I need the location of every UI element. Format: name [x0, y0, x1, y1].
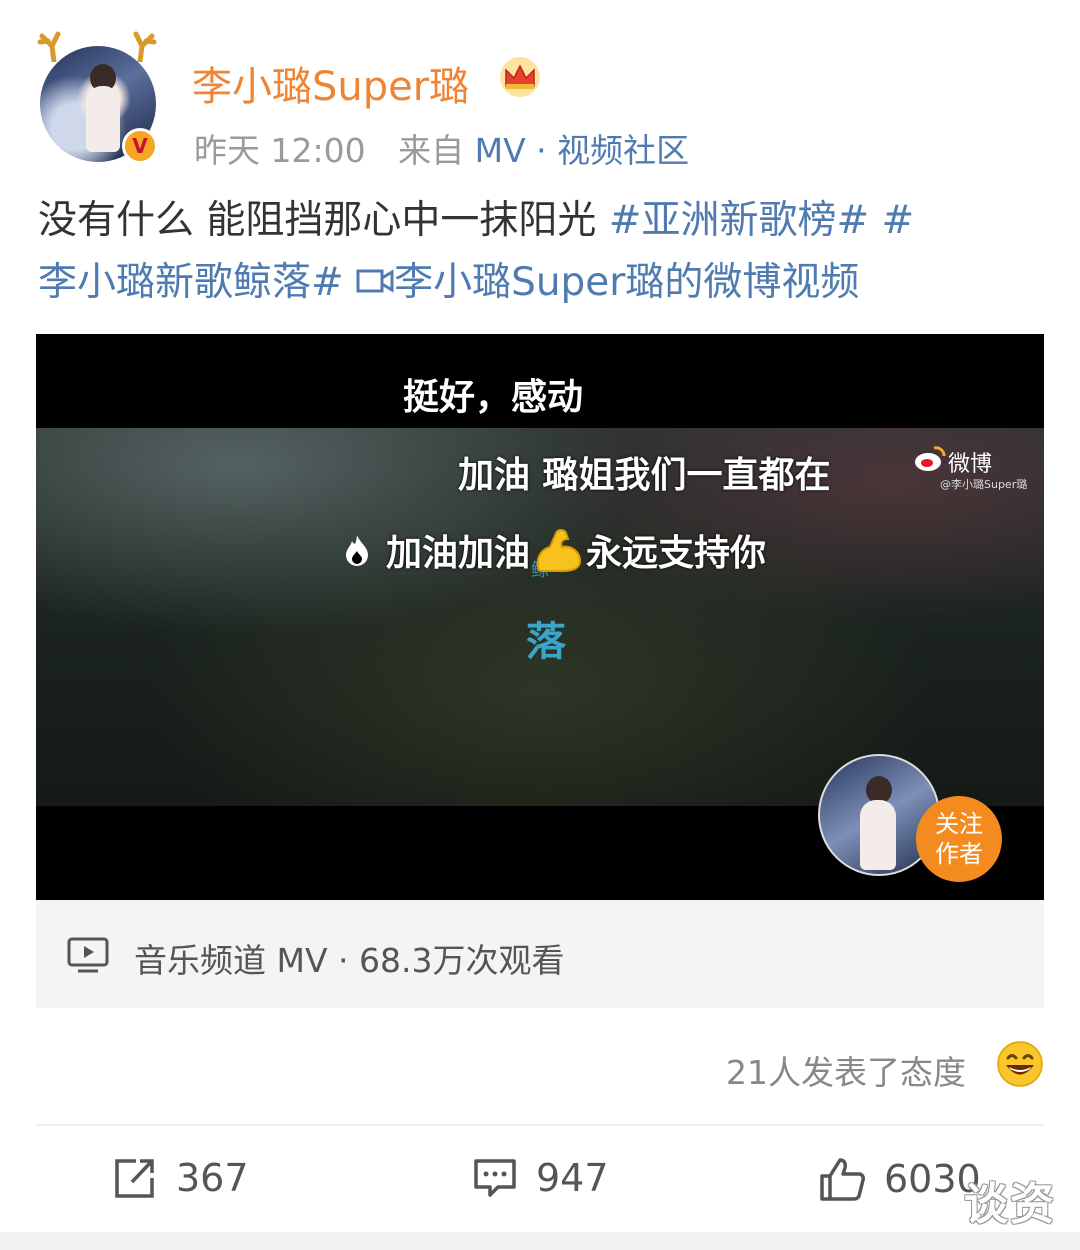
comment-button[interactable]: 947 — [472, 1156, 609, 1200]
weibo-watermark-handle: @李小璐Super璐 — [940, 478, 1028, 491]
comment-count: 947 — [536, 1156, 609, 1200]
share-count: 367 — [176, 1156, 249, 1200]
danmu-comment: 加油 璐姐我们一直都在 — [458, 455, 831, 496]
divider — [36, 1124, 1044, 1126]
hashtag-asia-chart[interactable]: #亚洲新歌榜# # — [609, 198, 914, 243]
post-body: 没有什么 能阻挡那心中一抹阳光 — [38, 198, 609, 243]
fire-icon — [346, 535, 368, 566]
weibo-logo-icon — [915, 446, 946, 471]
video-source-bar[interactable]: 音乐频道 MV · 68.3万次观看 — [36, 900, 1044, 1008]
video-link-label: 李小璐Super璐的微博视频 — [394, 260, 860, 305]
hashtag-song[interactable]: 李小璐新歌鲸落# — [38, 260, 356, 305]
danmu-text: 永远支持你 — [586, 533, 767, 574]
source-prefix: 来自 — [398, 131, 465, 170]
reaction-summary[interactable]: 21人发表了态度 — [726, 1046, 966, 1094]
laughing-emoji-icon[interactable] — [996, 1040, 1044, 1088]
danmu-comment: 挺好，感动 — [403, 377, 584, 418]
thumbs-up-icon — [820, 1158, 865, 1201]
username[interactable]: 李小璐Super璐 — [192, 54, 469, 112]
comment-icon — [474, 1159, 516, 1197]
video-source-text: 音乐频道 MV · 68.3万次观看 — [134, 941, 565, 980]
antler-left-icon — [37, 31, 61, 62]
bottom-strip — [0, 1232, 1080, 1250]
share-button[interactable]: 367 — [112, 1156, 249, 1200]
danmu-comment-row: 加油加油 永远支持你 — [342, 524, 766, 576]
post-time: 昨天 12:00 — [194, 131, 366, 170]
video-play-icon — [67, 937, 109, 973]
post-meta: 昨天 12:00 来自 MV · 视频社区 — [194, 124, 689, 172]
crown-icon[interactable] — [498, 56, 542, 98]
source-link[interactable]: MV · 视频社区 — [475, 131, 690, 170]
follow-author-button[interactable]: 关注作者 — [916, 796, 1002, 882]
like-button[interactable]: 6030 — [818, 1156, 981, 1202]
flexed-biceps-icon — [536, 529, 582, 572]
site-watermark: 谈资 — [964, 1179, 1056, 1230]
video-link[interactable]: 李小璐Super璐的微博视频 — [356, 260, 859, 305]
verified-badge-icon: V — [122, 128, 158, 164]
video-logo-title: 落 — [526, 619, 566, 665]
share-icon — [115, 1159, 154, 1198]
danmu-text: 加油加油 — [386, 533, 531, 574]
user-avatar[interactable]: V — [36, 28, 164, 168]
post-text: 没有什么 能阻挡那心中一抹阳光 #亚洲新歌榜# # 李小璐新歌鲸落# 李小璐Sup… — [38, 190, 1048, 314]
video-camera-icon — [356, 269, 394, 293]
video-player[interactable]: 鲸 落 挺好，感动 加油 璐姐我们一直都在 加油加油 永远支持你 微博 @李小璐… — [36, 334, 1044, 900]
weibo-watermark: 微博 — [948, 452, 993, 477]
